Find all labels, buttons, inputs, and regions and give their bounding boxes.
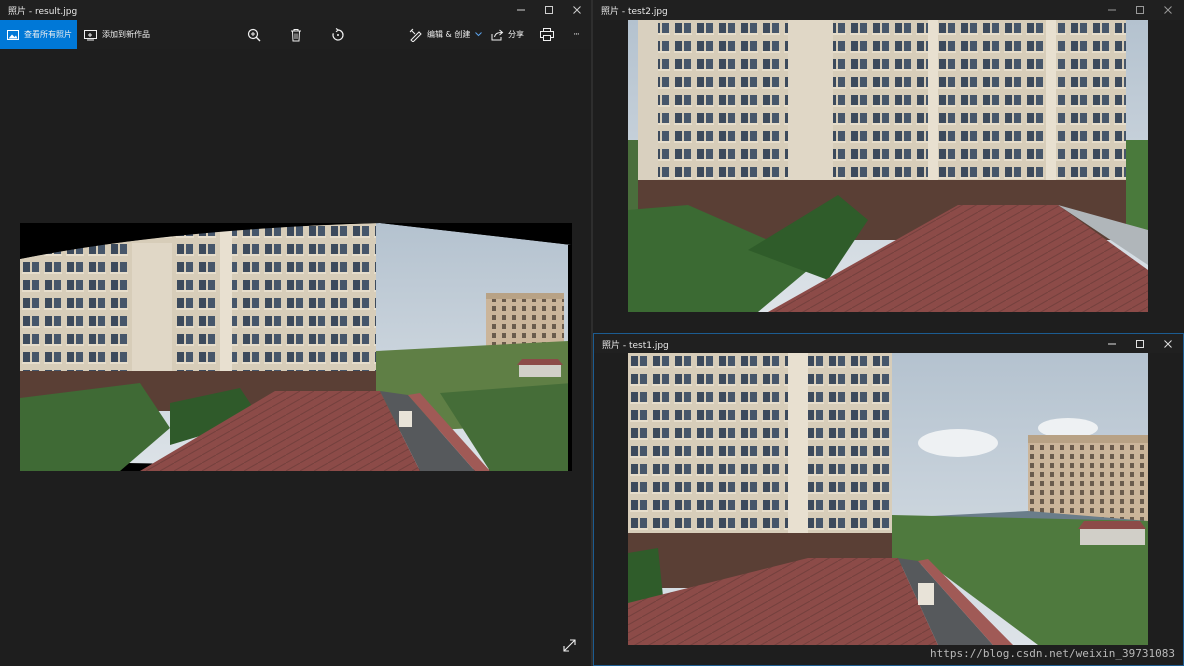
main-window-title: 照片 - result.jpg xyxy=(8,7,78,17)
close-button[interactable] xyxy=(563,0,591,20)
edit-icon xyxy=(409,28,423,42)
main-title-bar[interactable]: 照片 - result.jpg xyxy=(0,0,591,20)
add-to-creation-button[interactable]: 添加到新作品 xyxy=(84,20,150,49)
main-photo-window: 照片 - result.jpg 查看所有照片 添加到新作品 编辑 & 创建 分享… xyxy=(0,0,591,666)
zoom-button[interactable] xyxy=(246,20,262,49)
view-all-photos-label: 查看所有照片 xyxy=(24,30,72,39)
test1-minimize-button[interactable] xyxy=(1098,334,1126,354)
delete-button[interactable] xyxy=(288,20,304,49)
test2-photo-window: 照片 - test2.jpg xyxy=(593,0,1184,332)
minimize-icon xyxy=(1108,343,1116,345)
main-image-viewer[interactable] xyxy=(0,49,591,666)
test2-window-title: 照片 - test2.jpg xyxy=(601,7,668,17)
share-button[interactable]: 分享 xyxy=(491,20,524,49)
more-icon: ··· xyxy=(573,29,580,40)
close-icon xyxy=(1164,340,1172,348)
test1-window-title: 照片 - test1.jpg xyxy=(602,341,669,351)
edit-create-label: 编辑 & 创建 xyxy=(427,30,471,39)
test2-maximize-button[interactable] xyxy=(1126,0,1154,20)
test1-photo-window: 照片 - test1.jpg https://blog.csdn.net/wei… xyxy=(593,333,1184,666)
maximize-icon xyxy=(545,6,553,14)
minimize-icon xyxy=(1108,9,1116,11)
test2-minimize-button[interactable] xyxy=(1098,0,1126,20)
view-all-photos-button[interactable]: 查看所有照片 xyxy=(0,20,77,49)
add-to-creation-label: 添加到新作品 xyxy=(102,30,150,39)
edit-create-button[interactable]: 编辑 & 创建 xyxy=(409,20,483,49)
test1-image-viewer[interactable]: https://blog.csdn.net/weixin_39731083 xyxy=(594,353,1183,665)
delete-icon xyxy=(290,28,302,42)
test1-maximize-button[interactable] xyxy=(1126,334,1154,354)
test2-title-bar[interactable]: 照片 - test2.jpg xyxy=(593,0,1184,20)
minimize-icon xyxy=(517,9,525,11)
maximize-button[interactable] xyxy=(535,0,563,20)
csdn-watermark: https://blog.csdn.net/weixin_39731083 xyxy=(929,647,1175,660)
share-label: 分享 xyxy=(508,30,524,39)
print-icon xyxy=(540,28,554,41)
test1-image xyxy=(628,353,1148,645)
add-to-creation-icon xyxy=(84,29,97,41)
panorama-image xyxy=(20,223,572,471)
maximize-icon xyxy=(1136,340,1144,348)
maximize-icon xyxy=(1136,6,1144,14)
close-icon xyxy=(573,6,581,14)
minimize-button[interactable] xyxy=(507,0,535,20)
fullscreen-icon xyxy=(562,638,576,652)
photo-toolbar: 查看所有照片 添加到新作品 编辑 & 创建 分享 ··· xyxy=(0,20,591,49)
photos-icon xyxy=(7,29,19,41)
rotate-button[interactable] xyxy=(330,20,346,49)
test2-image-viewer[interactable] xyxy=(593,20,1184,332)
fullscreen-button[interactable] xyxy=(561,636,577,654)
zoom-icon xyxy=(247,28,261,42)
rotate-icon xyxy=(331,27,345,42)
more-button[interactable]: ··· xyxy=(568,20,584,49)
print-button[interactable] xyxy=(539,20,555,49)
share-icon xyxy=(491,29,504,41)
test1-title-bar[interactable]: 照片 - test1.jpg xyxy=(594,334,1183,354)
test1-close-button[interactable] xyxy=(1154,334,1182,354)
close-icon xyxy=(1164,6,1172,14)
test2-image xyxy=(628,20,1148,312)
test2-close-button[interactable] xyxy=(1154,0,1182,20)
chevron-down-icon xyxy=(475,32,483,37)
